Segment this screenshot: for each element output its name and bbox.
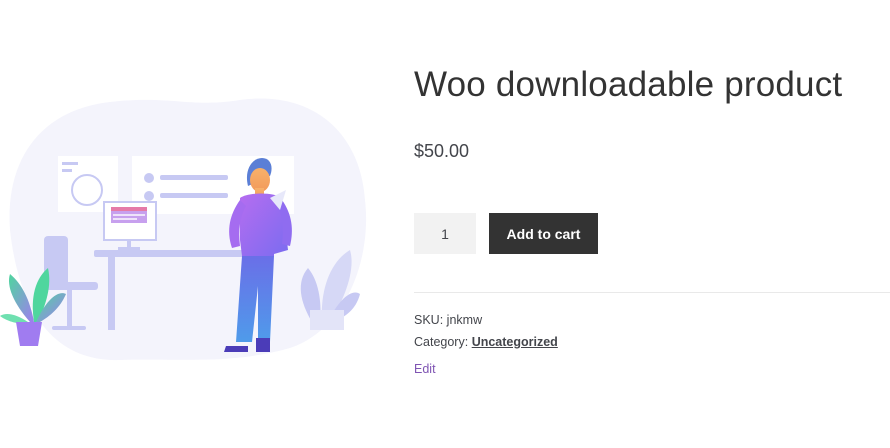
divider bbox=[414, 292, 890, 293]
product-title: Woo downloadable product bbox=[414, 65, 843, 104]
product-meta: SKU: jnkmw Category: Uncategorized bbox=[414, 309, 558, 353]
sku-value: jnkmw bbox=[446, 313, 483, 327]
category-label: Category: bbox=[414, 335, 469, 349]
add-to-cart-form: Add to cart bbox=[414, 213, 598, 254]
category-row: Category: Uncategorized bbox=[414, 331, 558, 353]
edit-link[interactable]: Edit bbox=[414, 362, 436, 376]
desk bbox=[94, 250, 262, 257]
product-image[interactable] bbox=[0, 90, 380, 370]
category-link[interactable]: Uncategorized bbox=[472, 335, 558, 349]
sku-label: SKU: bbox=[414, 313, 444, 327]
product-summary: Woo downloadable product $50.00 Add to c… bbox=[414, 62, 890, 376]
add-to-cart-button[interactable]: Add to cart bbox=[489, 213, 598, 254]
sku-row: SKU: jnkmw bbox=[414, 309, 558, 331]
product-price: $50.00 bbox=[414, 141, 470, 161]
office-illustration bbox=[0, 98, 367, 361]
quantity-input[interactable] bbox=[414, 213, 476, 254]
